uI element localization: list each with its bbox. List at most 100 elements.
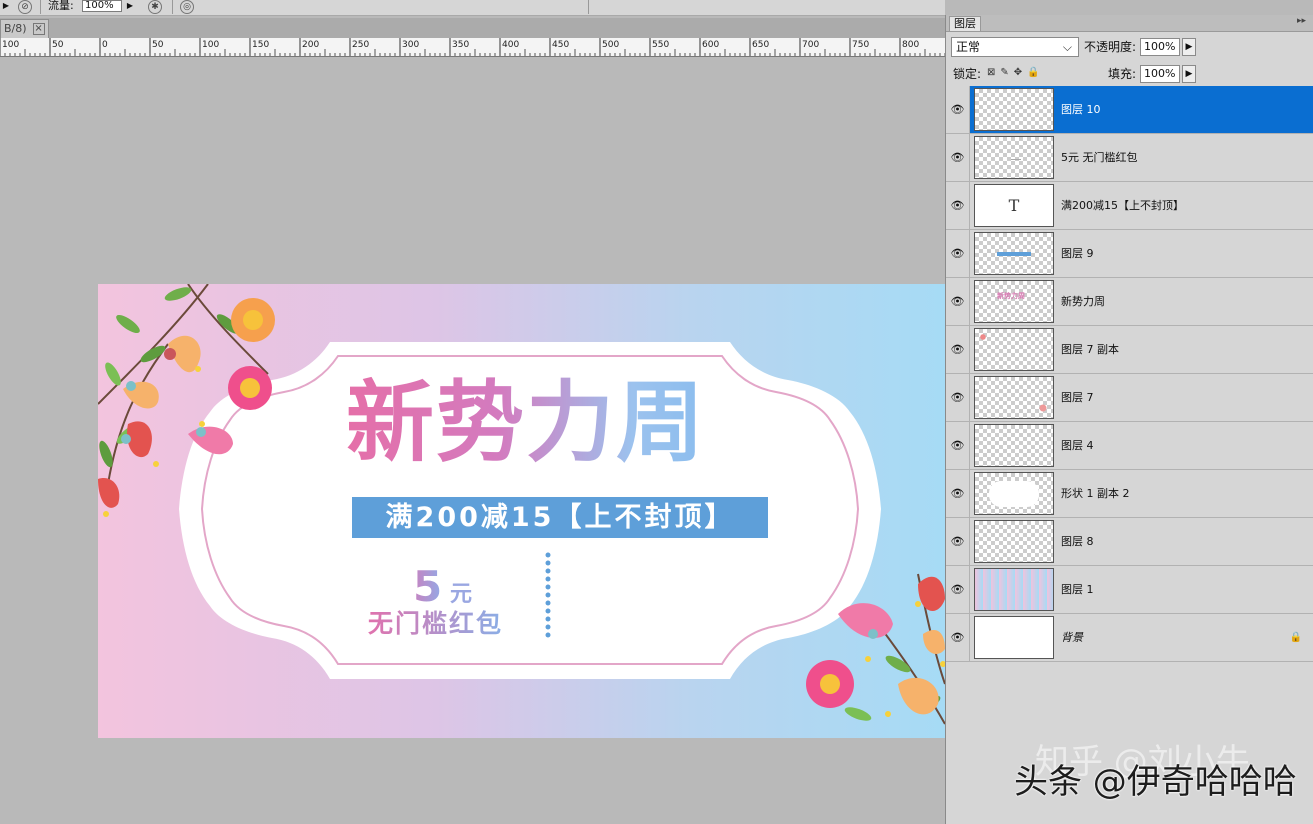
banner-artwork[interactable]: 新势力周 满200减15【上不封顶】 5 元 无门槛红包	[98, 284, 945, 738]
ruler-label: 450	[552, 40, 569, 50]
layer-name: 形状 1 副本 2	[1061, 487, 1130, 500]
ruler-label: 350	[452, 40, 469, 50]
canvas-area[interactable]: 新势力周 满200减15【上不封顶】 5 元 无门槛红包	[0, 57, 945, 824]
layer-row[interactable]: 👁 图层 10	[946, 86, 1313, 134]
offer-bar: 满200减15【上不封顶】	[352, 497, 768, 538]
ruler-label: 100	[202, 40, 219, 50]
ruler-label: 50	[52, 40, 64, 50]
visibility-eye-icon[interactable]: 👁	[946, 422, 970, 469]
watermark-toutiao: 头条 @伊奇哈哈哈	[1014, 762, 1297, 802]
text-layer-icon: T	[1008, 196, 1020, 215]
panel-menu-icon[interactable]: ▸▸	[1297, 16, 1306, 26]
ruler-label: 300	[402, 40, 419, 50]
ruler-label: 800	[902, 40, 919, 50]
layer-row[interactable]: 👁 图层 9	[946, 230, 1313, 278]
layer-thumbnail	[974, 424, 1054, 467]
visibility-eye-icon[interactable]: 👁	[946, 566, 970, 613]
ruler-scale: 100 50 0 50 100 150 200 250 300 350 400 450 500 550 60…	[0, 38, 945, 56]
layer-row[interactable]: 👁 图层 7	[946, 374, 1313, 422]
flow-input[interactable]: 100%	[82, 0, 122, 12]
options-separator	[588, 0, 589, 14]
layer-name: 图层 7	[1061, 391, 1094, 404]
flow-label: 流量:	[48, 0, 74, 12]
ruler-label: 500	[602, 40, 619, 50]
layer-thumbnail	[974, 88, 1054, 131]
coupon-amount: 5	[413, 562, 443, 611]
ruler-label: 400	[502, 40, 519, 50]
ruler-label: 50	[152, 40, 164, 50]
visibility-eye-icon[interactable]: 👁	[946, 326, 970, 373]
chevron-down-icon: ⌵	[1062, 40, 1072, 54]
opacity-label: 不透明度:	[1084, 40, 1137, 54]
visibility-eye-icon[interactable]: 👁	[946, 614, 970, 661]
fill-label: 填充:	[1108, 67, 1137, 81]
ruler-label: 200	[302, 40, 319, 50]
headline-text: 新势力周	[346, 368, 786, 488]
layer-name: 图层 8	[1061, 535, 1094, 548]
ruler-label: 100	[2, 40, 19, 50]
options-bar: ▶ ⊘ 流量: 100% ▶ ✱ ◎	[0, 0, 945, 16]
ruler-label: 750	[852, 40, 869, 50]
options-arrow-icon[interactable]: ▶	[0, 0, 12, 12]
layer-name: 图层 9	[1061, 247, 1094, 260]
layer-row[interactable]: 👁 新势力周 新势力周	[946, 278, 1313, 326]
document-tab[interactable]: B/8) ×	[0, 19, 49, 38]
layer-row[interactable]: 👁 T 满200减15【上不封顶】	[946, 182, 1313, 230]
lock-options-icons[interactable]: ⊠✎✥🔒	[987, 66, 1045, 80]
layer-thumbnail	[974, 520, 1054, 563]
airbrush-icon[interactable]: ⊘	[18, 0, 32, 14]
tab-layers[interactable]: 图层	[949, 16, 981, 31]
airbrush-toggle-icon[interactable]: ✱	[148, 0, 162, 14]
layer-row[interactable]: 👁 5元 无门槛红包	[946, 134, 1313, 182]
layer-row[interactable]: 👁 形状 1 副本 2	[946, 470, 1313, 518]
opacity-input[interactable]: 100%	[1140, 38, 1180, 56]
fill-slider-icon[interactable]: ▶	[1182, 65, 1196, 83]
horizontal-ruler[interactable]: 100 50 0 50 100 150 200 250 300 350 400 450 500 550 60…	[0, 38, 945, 57]
ruler-label: 700	[802, 40, 819, 50]
layer-thumbnail	[974, 328, 1054, 371]
fill-input[interactable]: 100%	[1140, 65, 1180, 83]
pressure-icon[interactable]: ◎	[180, 0, 194, 14]
ruler-label: 600	[702, 40, 719, 50]
ruler-label: 0	[102, 40, 108, 50]
layer-row[interactable]: 👁 背景 🔒	[946, 614, 1313, 662]
layer-thumbnail	[974, 232, 1054, 275]
visibility-eye-icon[interactable]: 👁	[946, 278, 970, 325]
shape-layer-thumbnail	[974, 472, 1054, 515]
layer-name: 图层 4	[1061, 439, 1094, 452]
visibility-eye-icon[interactable]: 👁	[946, 182, 970, 229]
visibility-eye-icon[interactable]: 👁	[946, 470, 970, 517]
layers-panel: 图层 ▸▸ 正常 ⌵ 不透明度: 100% ▶ 锁定: ⊠✎✥🔒 填充: 100…	[945, 15, 1313, 824]
ruler-label: 650	[752, 40, 769, 50]
layer-row[interactable]: 👁 图层 7 副本	[946, 326, 1313, 374]
visibility-eye-icon[interactable]: 👁	[946, 374, 970, 421]
layers-panel-header: 图层 ▸▸	[946, 15, 1313, 32]
layer-name: 新势力周	[1061, 295, 1105, 308]
flow-dropdown-icon[interactable]: ▶	[124, 0, 136, 12]
ruler-label: 250	[352, 40, 369, 50]
ruler-label: 550	[652, 40, 669, 50]
document-tab-bar: B/8) ×	[0, 18, 945, 38]
ruler-label: 150	[252, 40, 269, 50]
visibility-eye-icon[interactable]: 👁	[946, 86, 970, 133]
opacity-slider-icon[interactable]: ▶	[1182, 38, 1196, 56]
layer-row[interactable]: 👁 图层 8	[946, 518, 1313, 566]
layer-row[interactable]: 👁 图层 4	[946, 422, 1313, 470]
layer-name: 图层 1	[1061, 583, 1094, 596]
layer-name: 图层 7 副本	[1061, 343, 1119, 356]
options-separator	[40, 0, 41, 14]
lock-label: 锁定:	[953, 67, 982, 81]
layer-row[interactable]: 👁 图层 1	[946, 566, 1313, 614]
visibility-eye-icon[interactable]: 👁	[946, 134, 970, 181]
lock-icon: 🔒	[1289, 632, 1302, 643]
layer-thumbnail	[974, 376, 1054, 419]
layers-list: 👁 图层 10 👁 5元 无门槛红包 👁 T 满200减15【上不封顶】 👁 图…	[946, 86, 1313, 662]
visibility-eye-icon[interactable]: 👁	[946, 518, 970, 565]
blend-mode-select[interactable]: 正常 ⌵	[951, 37, 1079, 57]
text-layer-thumbnail: T	[974, 184, 1054, 227]
layer-thumbnail: 新势力周	[974, 280, 1054, 323]
options-separator	[172, 0, 173, 14]
layer-name: 满200减15【上不封顶】	[1061, 199, 1184, 212]
close-tab-icon[interactable]: ×	[32, 23, 45, 35]
visibility-eye-icon[interactable]: 👁	[946, 230, 970, 277]
